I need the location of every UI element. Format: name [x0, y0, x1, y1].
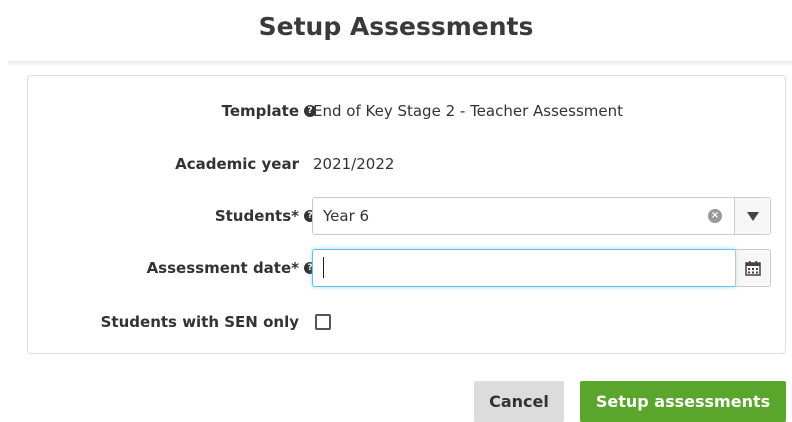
template-label-text: Template: [221, 102, 299, 120]
clear-icon[interactable]: ×: [708, 209, 722, 223]
calendar-icon: [745, 261, 761, 276]
assessment-date-label: Assessment date* ?: [147, 249, 316, 287]
sen-only-label-text: Students with SEN only: [100, 313, 299, 331]
students-label: Students* ?: [215, 197, 316, 235]
students-dropdown-button[interactable]: [734, 198, 770, 234]
assessment-date-row: Assessment date* ?: [28, 249, 785, 287]
sen-only-row: Students with SEN only: [28, 303, 785, 341]
assessment-date-field: [312, 249, 771, 287]
caret-down-icon: [746, 211, 759, 221]
sen-only-checkbox[interactable]: [315, 314, 331, 330]
academic-year-label: Academic year: [175, 145, 299, 183]
cancel-button[interactable]: Cancel: [474, 381, 564, 422]
assessment-date-input[interactable]: [312, 249, 735, 287]
template-value: End of Key Stage 2 - Teacher Assessment: [313, 102, 623, 120]
academic-year-row: Academic year 2021/2022: [28, 145, 785, 183]
setup-assessments-button[interactable]: Setup assessments: [580, 381, 786, 422]
assessment-date-label-text: Assessment date*: [146, 259, 299, 277]
setup-form-panel: Template ? End of Key Stage 2 - Teacher …: [27, 75, 786, 354]
academic-year-label-text: Academic year: [175, 155, 299, 173]
academic-year-value: 2021/2022: [313, 155, 395, 173]
template-row: Template ? End of Key Stage 2 - Teacher …: [28, 92, 785, 130]
title-divider: [8, 61, 792, 66]
students-select[interactable]: Year 6 ×: [312, 197, 771, 235]
students-row: Students* ? Year 6 ×: [28, 197, 785, 235]
template-label: Template ?: [222, 92, 316, 130]
calendar-button[interactable]: [735, 249, 771, 287]
text-cursor: [323, 257, 324, 278]
page-title: Setup Assessments: [258, 12, 534, 41]
students-label-text: Students*: [214, 207, 299, 225]
sen-only-label: Students with SEN only: [101, 303, 299, 341]
students-select-value[interactable]: Year 6: [313, 198, 708, 234]
